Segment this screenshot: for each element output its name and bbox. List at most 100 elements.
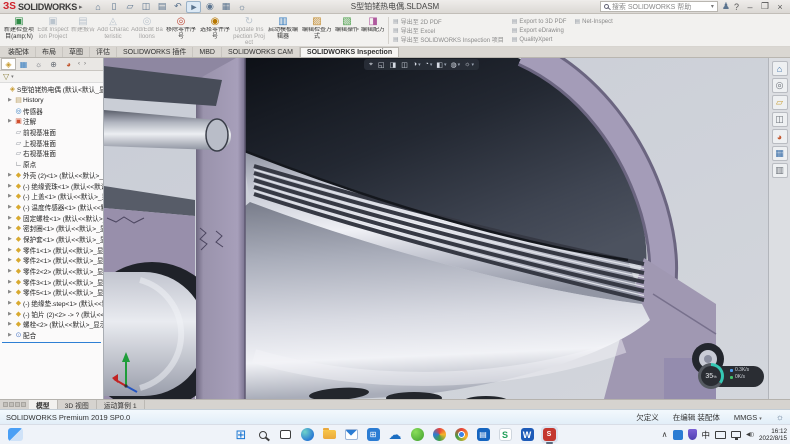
tree-item[interactable]: ▶ ◆ 外壳 (2)<1> (默认<<默认>_显示状 <box>0 170 103 181</box>
tree-item[interactable]: ▶ ▱ 右视基准面 <box>0 148 103 159</box>
undo-icon[interactable]: ↶ <box>170 1 185 13</box>
section-view-icon[interactable]: ◨ <box>390 61 398 69</box>
tree-item[interactable]: ▶ ▣ 注解 <box>0 116 103 127</box>
home-icon[interactable]: ⌂ <box>90 1 105 13</box>
tree-item[interactable]: ▶ ▤ History <box>0 95 103 106</box>
ribbon-button[interactable]: ◬ Add Characteristic <box>96 15 130 46</box>
search-input[interactable]: 搜索 SOLIDWORKS 帮助 ▾ <box>600 1 718 12</box>
tree-item[interactable]: ▶ ◆ 固定螺栓<1> (默认<<默认>_显示 <box>0 212 103 223</box>
ribbon-button[interactable]: ↻ Update Inspection Project <box>232 15 266 46</box>
rebuild-icon[interactable]: ◉ <box>202 1 217 13</box>
ribbon-tab[interactable]: SOLIDWORKS Inspection <box>300 47 399 57</box>
filter-dropdown-icon[interactable]: ▾ <box>11 74 14 80</box>
ribbon-tab[interactable]: 评估 <box>90 47 117 57</box>
select-cursor-icon[interactable]: ► <box>186 1 201 13</box>
tree-item[interactable]: ▶ ◆ 零件5<1> (默认<<默认>_显示状态 <box>0 287 103 298</box>
word-icon[interactable]: W <box>519 426 536 443</box>
menu-expand-icon[interactable]: ▸ <box>79 3 83 11</box>
ribbon-tab[interactable]: MBD <box>193 47 222 57</box>
viewport-tab[interactable]: 模型 <box>29 400 58 409</box>
search-icon[interactable] <box>255 426 272 443</box>
restore-button[interactable]: ❐ <box>758 1 772 12</box>
file-explorer-icon[interactable]: ▱ <box>772 95 788 110</box>
tree-item[interactable]: ▶ ◈ S型铂铑热电偶 (默认<默认_显示状态-1> <box>0 84 103 95</box>
reader-app-icon[interactable]: ▤ <box>475 426 492 443</box>
login-person-icon[interactable]: ♟ <box>722 1 730 12</box>
start-button[interactable]: ⊞ <box>233 426 250 443</box>
edge-icon[interactable] <box>299 426 316 443</box>
ribbon-button[interactable]: ◨ 编辑配方 <box>360 15 386 46</box>
solidworks-app-icon[interactable]: S <box>541 426 558 443</box>
export-menu-item[interactable]: ▤ Export eDrawing <box>512 26 567 35</box>
filter-funnel-icon[interactable]: ▽ <box>3 72 9 81</box>
help-icon[interactable]: ? <box>734 2 739 12</box>
touch-keyboard-icon[interactable] <box>715 431 726 439</box>
fm-tab-next-icon[interactable]: › <box>82 61 88 67</box>
save-icon[interactable]: ◫ <box>138 1 153 13</box>
widgets-icon[interactable] <box>8 428 23 441</box>
print-icon[interactable]: ▤ <box>154 1 169 13</box>
chrome-icon[interactable] <box>453 426 470 443</box>
tree-item[interactable]: ▶ ◆ (-) 绝缘垫.step<1> (默认<<默认> <box>0 298 103 309</box>
tree-item[interactable]: ▶ ◎ 传感器 <box>0 105 103 116</box>
hide-show-items-icon[interactable]: ◧▾ <box>436 61 446 69</box>
ribbon-tab[interactable]: SOLIDWORKS 插件 <box>117 47 193 57</box>
forum-icon[interactable]: ▥ <box>772 163 788 178</box>
tree-item[interactable]: ▶ ◆ (-) 温度传感器<1> (默认<<默认>_ <box>0 202 103 213</box>
options-gear-icon[interactable]: ☼ <box>234 1 249 13</box>
units-selector[interactable]: MMGS▾ <box>734 413 762 422</box>
volume-icon[interactable]: ◀ <box>746 431 754 438</box>
monitor-icon[interactable] <box>731 431 741 438</box>
apply-scene-icon[interactable]: ☼▾ <box>464 61 474 68</box>
tree-item[interactable]: ▶ ◆ 螺栓<2> (默认<<默认>_显示状态 <box>0 319 103 330</box>
task-view-icon[interactable] <box>277 426 294 443</box>
ribbon-button[interactable]: ◉ 选择零件序号 <box>198 15 232 46</box>
ime-indicator[interactable]: 中 <box>702 429 711 441</box>
display-settings-icon[interactable]: ▦ <box>218 1 233 13</box>
ribbon-button[interactable]: ◎ 移除零件序号 <box>164 15 198 46</box>
wps-s-icon[interactable]: S <box>497 426 514 443</box>
tree-filter-row[interactable]: ▽ ▾ <box>0 71 103 83</box>
export-menu-item[interactable]: ▤ QualityXpert <box>512 35 567 44</box>
view-palette-icon[interactable]: ◫ <box>772 112 788 127</box>
view-orientation-icon[interactable]: ◑▾ <box>413 61 421 68</box>
export-menu-item[interactable]: ▤ 导出至 Excel <box>393 26 504 35</box>
zoom-area-icon[interactable]: ◱ <box>378 61 386 69</box>
tab-property-manager[interactable]: ▦ <box>16 58 31 70</box>
store-icon[interactable]: ⊞ <box>365 426 382 443</box>
export-menu-item[interactable]: ▤ 导出至 2D PDF <box>393 17 504 26</box>
appearances-scenes-icon[interactable]: ◕ <box>772 129 788 144</box>
tab-feature-tree[interactable]: ◈ <box>1 58 16 70</box>
tree-item[interactable]: ▶ ◆ (-) 铂片 (2)<2> -> ? (默认<<默认 <box>0 308 103 319</box>
ribbon-tab[interactable]: 草图 <box>63 47 90 57</box>
tree-item[interactable]: ▶ ∟ 原点 <box>0 159 103 170</box>
tree-item[interactable]: ▶ ▱ 前视基准面 <box>0 127 103 138</box>
viewport-tab[interactable]: 3D 视图 <box>58 400 97 409</box>
viewport-tab[interactable]: 运动算例 1 <box>97 400 145 409</box>
onedrive-icon[interactable]: ☁ <box>387 426 404 443</box>
design-library-icon[interactable]: ◎ <box>772 78 788 93</box>
export-menu-item[interactable]: ▤ 导出至 SOLIDWORKS Inspection 项目 <box>393 35 504 44</box>
solidworks-resources-icon[interactable]: ⌂ <box>772 61 788 76</box>
mail-icon[interactable] <box>343 426 360 443</box>
status-globe-icon[interactable]: ☼ <box>776 412 784 422</box>
performance-widget[interactable]: 35% 0.3K/s 0K/s <box>698 363 764 390</box>
export-menu-item[interactable]: ▤ Net-Inspect <box>574 17 612 26</box>
minimize-button[interactable]: – <box>743 2 757 12</box>
browser-360-icon[interactable] <box>431 426 448 443</box>
tray-shield-icon[interactable] <box>688 429 697 440</box>
ribbon-tab[interactable]: SOLIDWORKS CAM <box>222 47 300 57</box>
zoom-fit-icon[interactable]: ⌖ <box>369 61 374 69</box>
ribbon-tab[interactable]: 装配体 <box>2 47 36 57</box>
ribbon-button[interactable]: ▨ 编辑检查方式 <box>300 15 334 46</box>
edit-appearance-icon[interactable]: ◍▾ <box>450 61 460 69</box>
green-app-icon[interactable] <box>409 426 426 443</box>
tree-item[interactable]: ▶ ◆ 零件2<1> (默认<<默认>_显示状态 <box>0 255 103 266</box>
tree-item[interactable]: ▶ ◆ (-) 上盖<1> (默认<<默认>_显示状 <box>0 191 103 202</box>
ribbon-tab[interactable]: 布局 <box>36 47 63 57</box>
tree-item[interactable]: ▶ ◆ 保护套<1> (默认<<默认>_显示状态 <box>0 234 103 245</box>
tree-item[interactable]: ▶ ◆ (-) 绝缘瓷珠<1> (默认<<默认>_显 <box>0 180 103 191</box>
ribbon-button[interactable]: ▤ 新建报告 <box>70 15 96 46</box>
ribbon-button[interactable]: ▥ 启动模板编辑器 <box>266 15 300 46</box>
graphics-viewport[interactable]: ⌖ ◱ ◨ ◫ ◑▾ ◔▾ ◧▾ ◍▾ ☼▾ 35% <box>104 58 768 399</box>
